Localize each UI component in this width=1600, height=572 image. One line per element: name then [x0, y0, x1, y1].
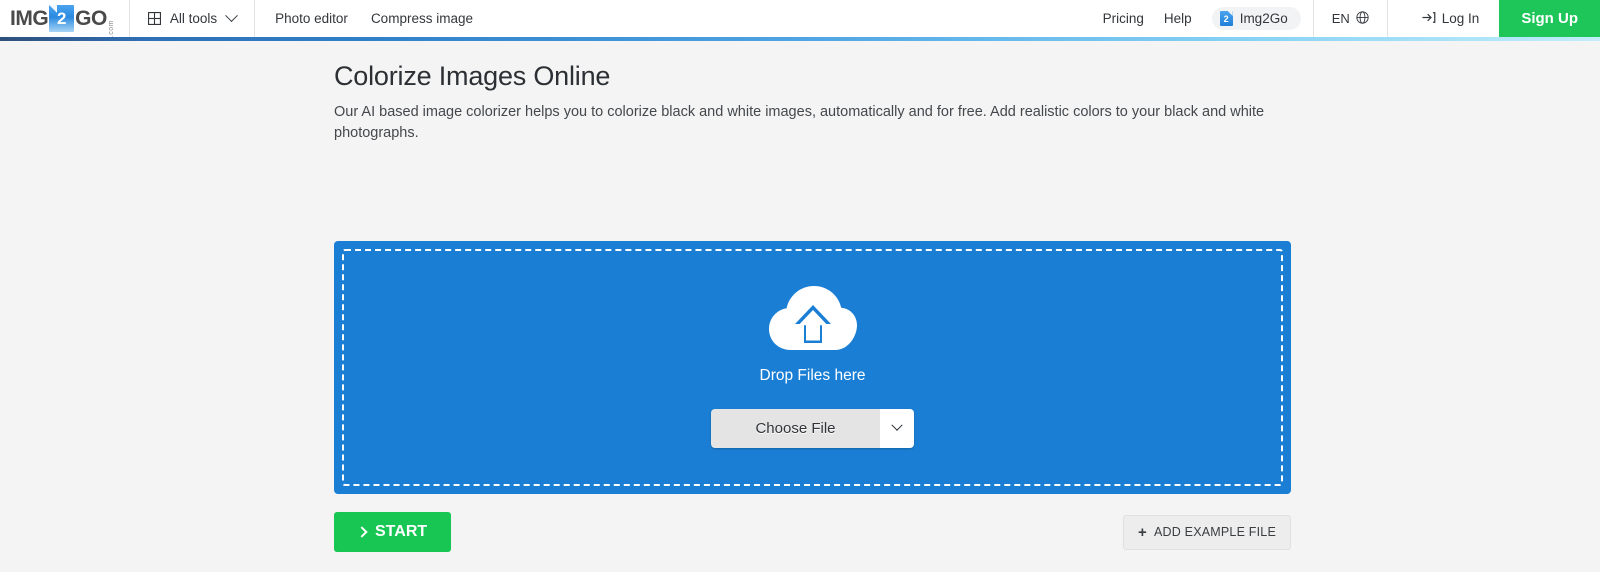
- file-dropzone[interactable]: Drop Files here Choose File: [334, 241, 1291, 494]
- login-label: Log In: [1441, 11, 1480, 26]
- img2go-badge-number: 2: [1223, 13, 1229, 24]
- grid-icon: [147, 12, 161, 26]
- header-left-group: IMG 2 GO .com All tools Photo editor Com…: [0, 0, 493, 37]
- dropzone-wrapper: Drop Files here Choose File: [334, 144, 1600, 494]
- chevron-right-icon: [356, 526, 368, 538]
- nav-link-help[interactable]: Help: [1164, 11, 1192, 26]
- chevron-down-icon: [890, 419, 903, 431]
- choose-file-group: Choose File: [711, 408, 914, 448]
- logo-text-go: GO: [75, 6, 107, 30]
- all-tools-menu[interactable]: All tools: [147, 9, 238, 26]
- plus-icon: +: [1138, 523, 1147, 541]
- header-right-group: Pricing Help 2 Img2Go EN Log In Sign Up: [1103, 0, 1600, 37]
- nav-link-pricing[interactable]: Pricing: [1103, 11, 1144, 26]
- language-selector[interactable]: EN: [1331, 10, 1369, 27]
- all-tools-label: All tools: [169, 11, 218, 26]
- dropzone-label: Drop Files here: [759, 366, 866, 384]
- start-button[interactable]: START: [334, 512, 452, 552]
- main-content: Colorize Images Online Our AI based imag…: [0, 41, 1600, 552]
- brand-pill-label: Img2Go: [1239, 11, 1288, 26]
- language-selector-cell: EN: [1312, 0, 1388, 37]
- all-tools-group: All tools: [130, 0, 256, 37]
- start-button-label: START: [375, 523, 428, 540]
- dropzone-inner-border: Drop Files here Choose File: [342, 249, 1283, 486]
- img2go-badge-icon: 2: [1219, 11, 1233, 26]
- page-title: Colorize Images Online: [334, 61, 611, 91]
- site-header: IMG 2 GO .com All tools Photo editor Com…: [0, 0, 1600, 37]
- logo-badge-number: 2: [56, 9, 67, 28]
- add-example-file-button[interactable]: + ADD EXAMPLE FILE: [1123, 514, 1291, 550]
- choose-file-button[interactable]: Choose File: [711, 408, 880, 448]
- language-label: EN: [1331, 11, 1350, 26]
- signup-button[interactable]: Sign Up: [1499, 0, 1600, 37]
- action-row: START + ADD EXAMPLE FILE: [334, 512, 1291, 552]
- header-secondary-links: Pricing Help 2 Img2Go: [1103, 0, 1313, 37]
- page-description: Our AI based image colorizer helps you t…: [334, 104, 1265, 141]
- nav-link-photo-editor[interactable]: Photo editor: [275, 11, 348, 26]
- chevron-down-icon: [225, 9, 238, 23]
- logo-text-img: IMG: [10, 6, 49, 30]
- brand-pill-img2go[interactable]: 2 Img2Go: [1211, 7, 1301, 30]
- choose-file-dropdown-button[interactable]: [879, 408, 914, 448]
- login-cell: Log In: [1388, 0, 1500, 37]
- add-example-file-label: ADD EXAMPLE FILE: [1154, 525, 1276, 539]
- cloud-upload-icon: [767, 282, 859, 361]
- logo-domain-suffix: .com: [107, 19, 115, 37]
- header-nav-links: Photo editor Compress image: [255, 0, 493, 37]
- globe-icon: [1356, 10, 1369, 27]
- nav-link-compress-image[interactable]: Compress image: [371, 11, 473, 26]
- logo-document-icon: 2: [49, 5, 75, 32]
- login-button[interactable]: Log In: [1422, 11, 1480, 27]
- site-logo[interactable]: IMG 2 GO .com: [0, 0, 130, 37]
- sign-in-icon: [1422, 11, 1436, 27]
